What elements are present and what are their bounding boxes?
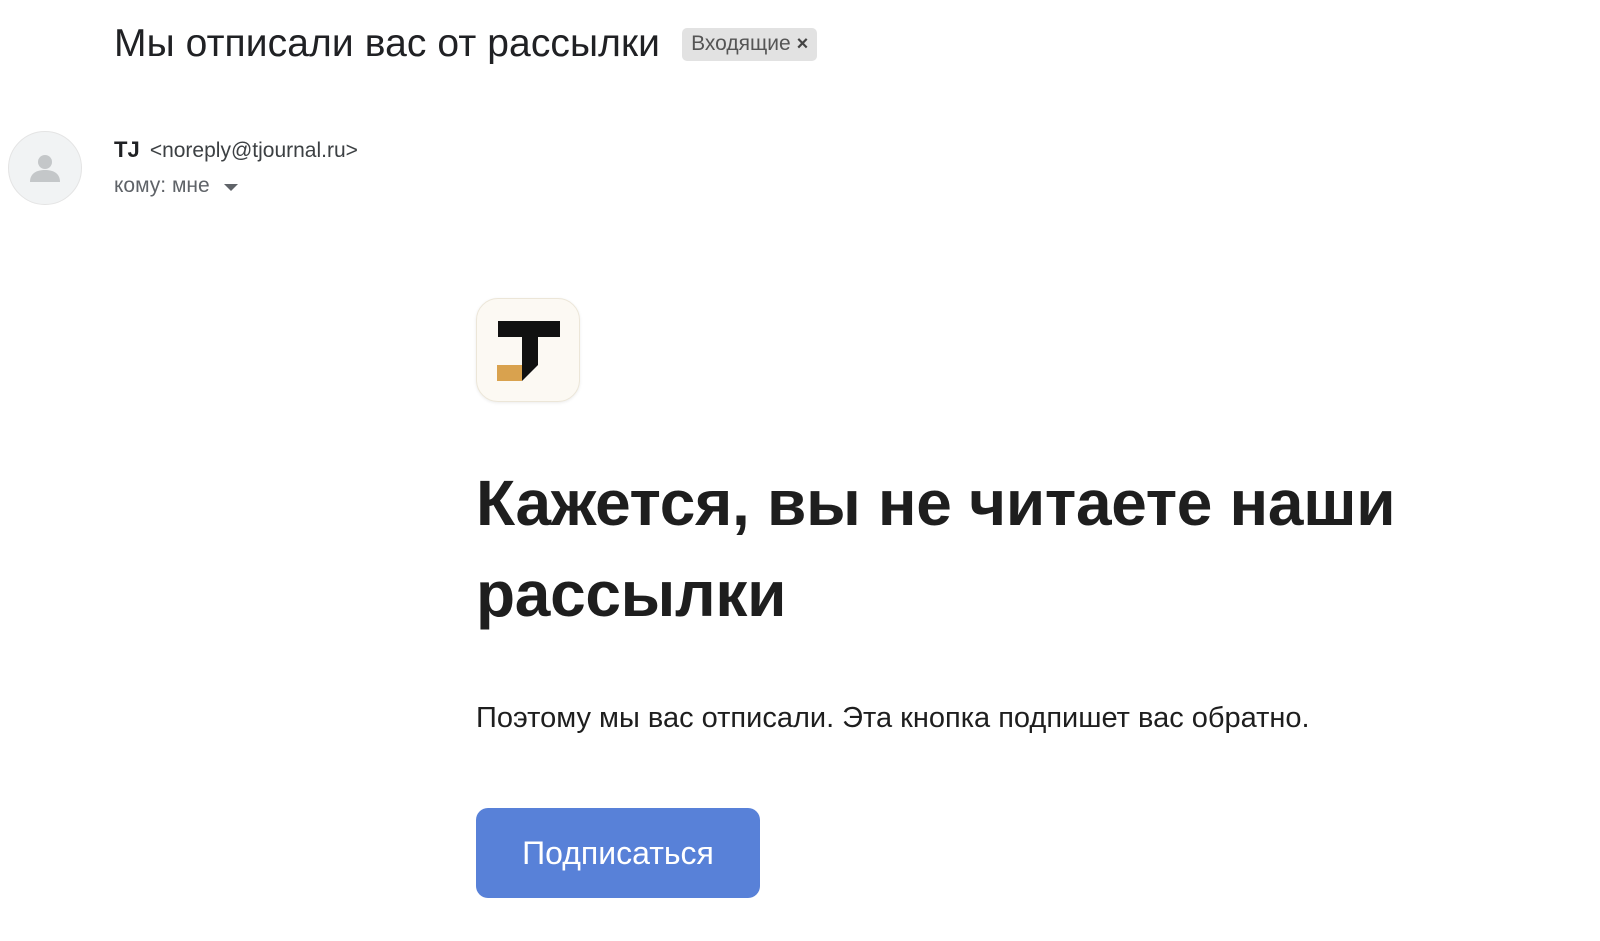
subscribe-button[interactable]: Подписаться xyxy=(476,808,760,898)
tj-logo-icon xyxy=(476,298,580,402)
caret-down-icon[interactable] xyxy=(223,183,238,191)
label-chip-inbox[interactable]: Входящие × xyxy=(682,27,818,61)
message-headline: Кажется, вы не читаете наши рассылки xyxy=(476,467,1396,630)
person-icon xyxy=(30,155,60,182)
sender-email: <noreply@tjournal.ru> xyxy=(149,139,358,162)
tj-logo-mark xyxy=(497,321,560,381)
recipient-text: кому: мне xyxy=(114,174,210,197)
sender-line: TJ <noreply@tjournal.ru> xyxy=(114,137,358,163)
label-chip-text: Входящие xyxy=(691,32,791,55)
message-body: Поэтому мы вас отписали. Эта кнопка подп… xyxy=(476,702,1310,734)
sender-avatar[interactable] xyxy=(8,131,82,205)
email-subject: Мы отписали вас от рассылки xyxy=(114,22,661,65)
remove-label-icon[interactable]: × xyxy=(797,34,809,54)
sender-name[interactable]: TJ xyxy=(114,137,140,162)
email-header: Мы отписали вас от рассылки Входящие × xyxy=(114,22,818,66)
recipient-details-toggle[interactable]: кому: мне xyxy=(114,174,238,198)
